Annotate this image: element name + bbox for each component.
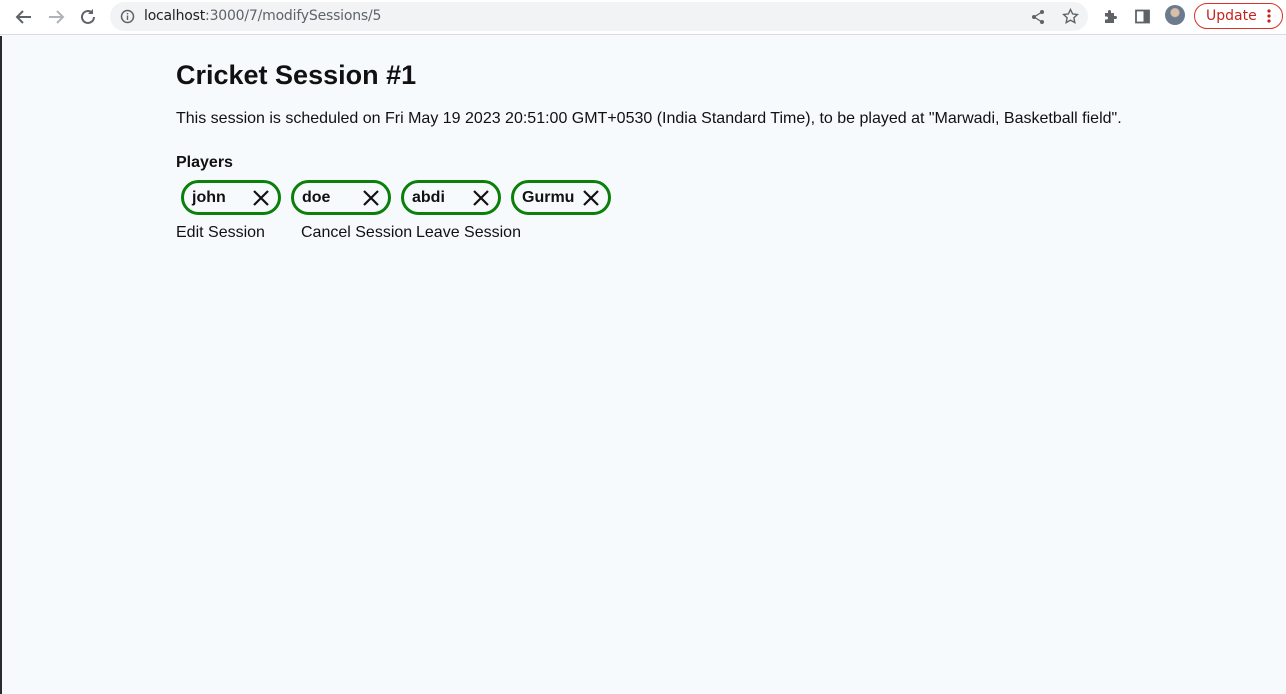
profile-avatar[interactable] [1165, 5, 1185, 25]
players-heading: Players [176, 154, 233, 171]
cancel-session-link[interactable]: Cancel Session [301, 224, 412, 242]
url-host: localhost [144, 8, 206, 24]
session-description: This session is scheduled on Fri May 19 … [176, 110, 1122, 127]
update-label: Update [1206, 8, 1257, 24]
player-name: john [192, 189, 226, 206]
players-list: john doe abdi Gurmu [181, 180, 611, 215]
address-bar[interactable]: localhost:3000/7/modifySessions/5 [110, 2, 1088, 31]
remove-player-icon[interactable] [362, 189, 380, 207]
page-title: Cricket Session #1 [176, 60, 417, 90]
player-chip: doe [291, 180, 391, 215]
url-path: :3000/7/modifySessions/5 [205, 8, 382, 24]
browser-toolbar: localhost:3000/7/modifySessions/5 Update [0, 0, 1286, 35]
reload-icon[interactable] [76, 5, 100, 29]
player-name: abdi [412, 189, 445, 206]
extensions-puzzle-icon[interactable] [1102, 8, 1119, 30]
share-icon[interactable] [1030, 9, 1046, 30]
player-chip: Gurmu [511, 180, 611, 215]
player-chip: abdi [401, 180, 501, 215]
remove-player-icon[interactable] [252, 189, 270, 207]
url-text: localhost:3000/7/modifySessions/5 [144, 8, 381, 24]
player-name: doe [302, 189, 331, 206]
edit-session-link[interactable]: Edit Session [176, 224, 265, 242]
bookmark-star-icon[interactable] [1062, 7, 1079, 30]
kebab-menu-icon[interactable] [1267, 9, 1271, 27]
remove-player-icon[interactable] [582, 189, 600, 207]
player-chip: john [181, 180, 281, 215]
update-button[interactable]: Update [1194, 3, 1283, 29]
back-arrow-icon[interactable] [12, 5, 36, 29]
side-panel-icon[interactable] [1134, 8, 1151, 30]
leave-session-link[interactable]: Leave Session [416, 224, 521, 242]
page-viewport: Cricket Session #1 This session is sched… [0, 36, 1286, 694]
site-info-icon[interactable] [120, 9, 135, 29]
player-name: Gurmu [522, 189, 575, 206]
remove-player-icon[interactable] [472, 189, 490, 207]
forward-arrow-icon[interactable] [44, 5, 68, 29]
